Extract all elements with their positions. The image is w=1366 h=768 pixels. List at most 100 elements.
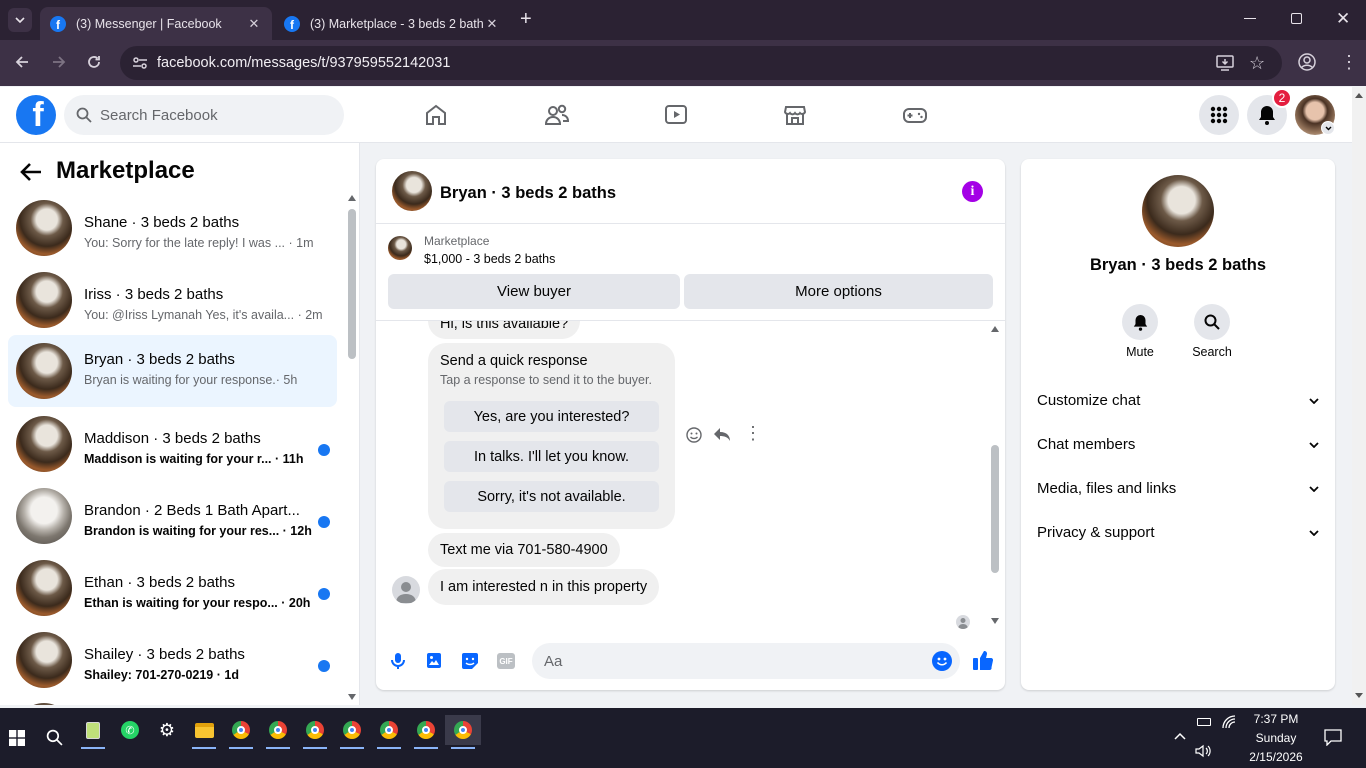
bookmark-star-icon[interactable]: ☆ [1249,53,1265,74]
new-tab-button[interactable]: + [520,9,532,29]
microphone-icon[interactable] [390,652,406,670]
conversation-item[interactable]: Brandon · 2 Beds 1 Bath Apart... Brandon… [8,487,337,557]
search-icon [1194,304,1230,340]
search-facebook-input[interactable]: Search Facebook [64,95,344,135]
info-icon[interactable]: i [962,181,983,202]
conversation-item[interactable]: Ethan · 3 beds 2 baths Ethan is waiting … [8,559,337,629]
file-explorer-icon[interactable] [189,715,219,749]
conversation-preview: Shailey: 701-270-0219 · 1d [84,668,239,682]
chevron-down-icon [1309,441,1319,448]
notifications-button[interactable]: 2 [1247,88,1292,135]
chrome-icon[interactable] [411,715,441,749]
close-tab-icon[interactable]: ✕ [246,16,262,32]
notepad-icon[interactable] [78,715,108,749]
like-thumbs-up-icon[interactable] [972,650,994,671]
search-label: Search [1192,345,1232,359]
quick-reply-button[interactable]: In talks. I'll let you know. [444,441,659,472]
minimize-button[interactable] [1244,18,1256,19]
profile-icon[interactable] [1298,53,1316,71]
scrollbar-up-arrow[interactable] [1355,93,1363,98]
chrome-icon[interactable] [374,715,404,749]
address-bar[interactable]: facebook.com/messages/t/937959552142031 … [120,46,1282,80]
gaming-icon[interactable] [903,103,927,127]
chrome-icon[interactable] [300,715,330,749]
chrome-icon[interactable] [263,715,293,749]
more-options-button[interactable]: More options [684,274,993,309]
taskbar-search-icon[interactable] [46,729,63,746]
whatsapp-icon[interactable]: ✆ [115,715,145,745]
conversation-item[interactable]: Maddison · 3 beds 2 baths Maddison is wa… [8,415,337,485]
search-in-conversation-button[interactable]: Search [1187,304,1237,359]
chrome-icon-active[interactable] [445,715,481,749]
more-actions-icon[interactable]: ⋮ [744,424,762,442]
sticker-icon[interactable] [461,652,479,670]
install-app-icon[interactable] [1216,55,1234,71]
restore-button[interactable] [1291,13,1302,24]
close-tab-icon[interactable]: ✕ [484,16,500,32]
windows-start-icon[interactable] [9,730,25,746]
privacy-support-section[interactable]: Privacy & support [1037,524,1319,541]
settings-gear-icon[interactable]: ⚙ [152,715,182,745]
profile-avatar[interactable] [1142,175,1214,247]
listing-label: Marketplace [424,234,490,248]
quick-reply-button[interactable]: Sorry, it's not available. [444,481,659,512]
photo-icon[interactable] [426,652,442,669]
gif-icon[interactable]: GIF [497,653,515,669]
chrome-icon[interactable] [226,715,256,749]
forward-icon[interactable] [51,54,67,70]
tab-search-button[interactable] [8,8,32,32]
home-icon[interactable] [424,103,448,127]
reload-icon[interactable] [86,54,102,70]
conversation-preview: Maddison is waiting for your r... · 11h [84,452,304,466]
reply-icon[interactable] [713,427,731,443]
conversation-info-panel: Bryan · 3 beds 2 baths Mute Search Custo… [1021,159,1335,690]
account-avatar[interactable] [1295,95,1335,135]
tab-title: (3) Messenger | Facebook [76,16,222,31]
volume-icon[interactable] [1195,744,1211,758]
clock-time[interactable]: 7:37 PM [1246,712,1306,726]
wifi-icon[interactable] [1222,715,1236,729]
chat-avatar[interactable] [392,171,432,211]
page-scrollbar-track[interactable] [1352,87,1366,705]
menu-grid-button[interactable] [1199,95,1239,135]
scrollbar-up-arrow[interactable] [991,326,999,332]
scrollbar-up-arrow[interactable] [348,195,356,201]
facebook-logo-icon[interactable]: f [16,95,56,135]
scrollbar-down-arrow[interactable] [991,618,999,624]
marketplace-icon[interactable] [783,103,807,127]
friends-icon[interactable] [544,103,570,127]
react-emoji-icon[interactable] [685,426,703,444]
sidebar-scrollbar[interactable] [348,209,356,359]
tab-messenger[interactable]: f (3) Messenger | Facebook ✕ [40,7,272,40]
mute-button[interactable]: Mute [1120,304,1160,359]
chat-members-section[interactable]: Chat members [1037,436,1319,453]
media-files-links-section[interactable]: Media, files and links [1037,480,1319,497]
messages-scrollbar[interactable] [991,445,999,573]
message-input[interactable]: Aa [532,643,960,679]
site-info-icon[interactable] [132,56,148,70]
watch-icon[interactable] [664,103,688,127]
conversation-item[interactable]: Shane · 3 beds 2 baths You: Sorry for th… [8,199,337,269]
browser-menu-icon[interactable]: ⋮ [1340,53,1358,71]
show-hidden-icons-chevron-icon[interactable] [1174,732,1186,740]
conversation-item-selected[interactable]: Bryan · 3 beds 2 baths Bryan is waiting … [8,335,337,407]
chat-title[interactable]: Bryan · 3 beds 2 baths [440,184,616,203]
quick-reply-button[interactable]: Yes, are you interested? [444,401,659,432]
chrome-icon[interactable] [337,715,367,749]
scrollbar-down-arrow[interactable] [1355,693,1363,698]
emoji-icon[interactable] [932,651,952,671]
conversation-item[interactable]: Shailey · 3 beds 2 baths Shailey: 701-27… [8,631,337,701]
conversation-item[interactable]: Iriss · 3 beds 2 baths You: @Iriss Lyman… [8,271,337,341]
customize-chat-section[interactable]: Customize chat [1037,392,1319,409]
listing-title[interactable]: $1,000 - 3 beds 2 baths [424,252,555,266]
back-icon[interactable] [14,54,30,70]
section-label: Media, files and links [1037,480,1177,497]
view-buyer-button[interactable]: View buyer [388,274,680,309]
back-arrow-icon[interactable] [20,162,42,182]
battery-icon[interactable] [1197,718,1211,726]
notification-center-icon[interactable] [1324,729,1342,746]
tab-marketplace[interactable]: f (3) Marketplace - 3 beds 2 bath ✕ [274,7,510,40]
scrollbar-down-arrow[interactable] [348,694,356,700]
close-window-button[interactable]: ✕ [1336,9,1350,29]
unread-dot [318,444,330,456]
